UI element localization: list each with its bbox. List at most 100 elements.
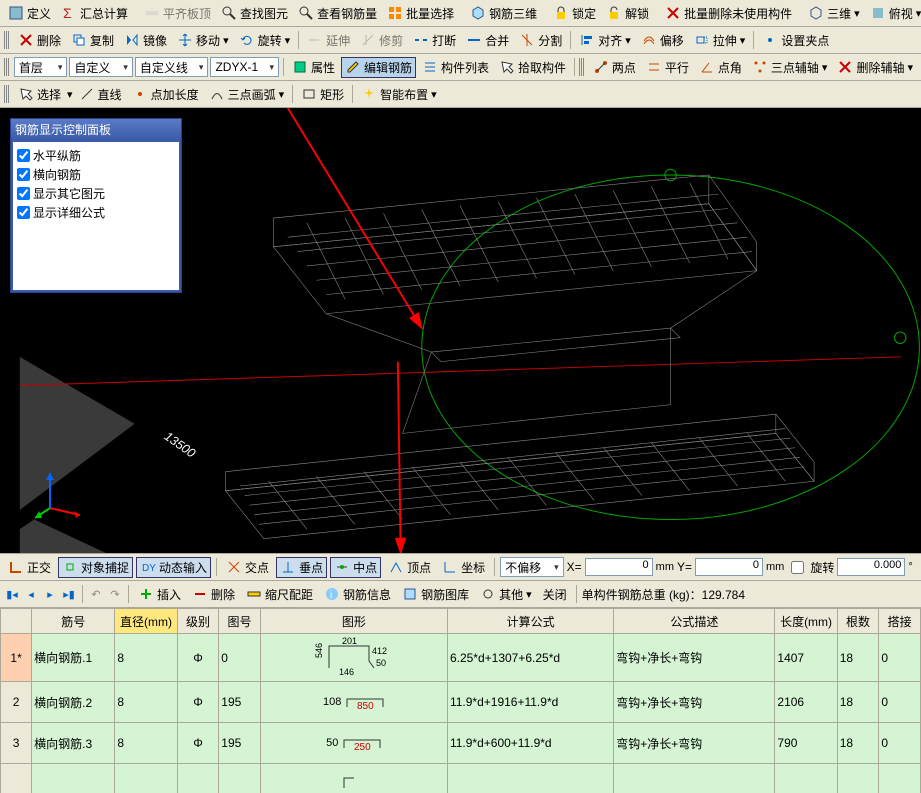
svg-text:850: 850 <box>357 701 374 711</box>
rotate-btn[interactable]: 旋转▾ <box>235 30 295 51</box>
mid-btn[interactable]: 中点 <box>330 557 381 578</box>
persp-btn[interactable]: 俯视▾ <box>866 3 921 24</box>
perp-btn[interactable]: 垂点 <box>276 557 327 578</box>
x-label: X= <box>567 560 582 574</box>
mirror-btn[interactable]: 镜像 <box>120 30 171 51</box>
merge-btn[interactable]: 合并 <box>462 30 513 51</box>
custom-dd[interactable]: ▾ <box>69 57 133 77</box>
undo-icon[interactable]: ↶ <box>88 586 104 602</box>
first-icon[interactable]: ▮◂ <box>4 586 20 602</box>
define-btn[interactable]: 定义 <box>4 3 55 24</box>
customline-dd[interactable]: ▾ <box>135 57 209 77</box>
dyn-btn[interactable]: DYN动态输入 <box>136 557 211 578</box>
del-btn[interactable]: 删除 <box>188 584 239 605</box>
rebarinfo-btn[interactable]: i钢筋信息 <box>320 584 395 605</box>
chk-item[interactable]: 横向钢筋 <box>17 165 175 184</box>
extend-icon <box>307 32 323 48</box>
x-icon <box>226 559 242 575</box>
parallel-btn[interactable]: 平行 <box>642 57 693 78</box>
twopoint-btn[interactable]: 两点 <box>589 57 640 78</box>
find-btn[interactable]: 查找图元 <box>217 3 292 24</box>
smart-btn[interactable]: 智能布置▾ <box>357 84 441 105</box>
viewport-3d[interactable]: 13500 钢筋显示控制面板 水平纵筋 横向钢筋 显示其它图元 显示详细公式 <box>0 108 921 553</box>
next-icon[interactable]: ▸ <box>42 586 58 602</box>
select-btn[interactable]: 选择 <box>14 84 65 105</box>
break-btn[interactable]: 打断 <box>409 30 460 51</box>
move-btn[interactable]: 移动▾ <box>173 30 233 51</box>
align-btn[interactable]: 对齐▾ <box>575 30 635 51</box>
x-icon <box>837 59 853 75</box>
props-btn[interactable]: 属性 <box>288 57 339 78</box>
customline-input[interactable] <box>138 59 197 75</box>
status-bar: 正交 对象捕捉 DYN动态输入 交点 垂点 中点 顶点 坐标 ▾ X= 0 mm… <box>0 553 921 580</box>
code-dd[interactable]: ▾ <box>210 57 279 77</box>
table-row[interactable]: 3 横向钢筋.3 8 Φ 195 50 250 11.9*d+600+11.9*… <box>1 723 921 764</box>
threepoint-btn[interactable]: 三点辅轴▾ <box>748 57 832 78</box>
define-icon <box>8 5 24 21</box>
redo-icon[interactable]: ↷ <box>107 586 123 602</box>
unlock-btn[interactable]: 解锁 <box>602 3 653 24</box>
slab-btn[interactable]: 平齐板顶 <box>140 3 215 24</box>
rebar3d-btn[interactable]: 钢筋三维 <box>466 3 541 24</box>
table-row[interactable] <box>1 764 921 793</box>
del-btn[interactable]: 删除 <box>14 30 65 51</box>
bias-dd[interactable]: ▾ <box>500 557 564 577</box>
rebar-table[interactable]: 筋号 直径(mm) 级别 图号 图形 计算公式 公式描述 长度(mm) 根数 搭… <box>0 607 921 793</box>
code-input[interactable] <box>213 59 267 75</box>
cube-icon <box>470 5 486 21</box>
table-row[interactable]: 2 横向钢筋.2 8 Φ 195 108 850 11.9*d+1916+11.… <box>1 682 921 723</box>
insert-btn[interactable]: 插入 <box>134 584 185 605</box>
line-btn[interactable]: 直线 <box>75 84 126 105</box>
pointangle-btn[interactable]: 点角 <box>695 57 746 78</box>
viewrebar-btn[interactable]: 查看钢筋量 <box>294 3 381 24</box>
vertex-btn[interactable]: 顶点 <box>384 557 435 578</box>
editrebar-btn[interactable]: 编辑钢筋 <box>341 57 416 78</box>
svg-text:412: 412 <box>372 646 387 656</box>
rot-chk[interactable] <box>791 561 804 574</box>
rebarlib-btn[interactable]: 钢筋图库 <box>398 584 473 605</box>
summary-btn[interactable]: Σ汇总计算 <box>57 3 132 24</box>
stretch-btn[interactable]: 拉伸▾ <box>690 30 750 51</box>
rect-btn[interactable]: 矩形 <box>297 84 348 105</box>
panel-title: 钢筋显示控制面板 <box>11 119 181 140</box>
coord-btn[interactable]: 坐标 <box>438 557 489 578</box>
svg-text:Σ: Σ <box>63 5 72 21</box>
trim-btn[interactable]: 修剪 <box>356 30 407 51</box>
offset-btn[interactable]: 偏移 <box>637 30 688 51</box>
batchdel-btn[interactable]: 批量删除未使用构件 <box>661 3 796 24</box>
last-icon[interactable]: ▸▮ <box>61 586 77 602</box>
rot-input[interactable]: 0.000 <box>837 558 905 576</box>
arc-btn[interactable]: 三点画弧▾ <box>205 84 289 105</box>
other-btn[interactable]: 其他▾ <box>476 584 536 605</box>
batchsel-btn[interactable]: 批量选择 <box>383 3 458 24</box>
extend-btn[interactable]: 延伸 <box>303 30 354 51</box>
snap-btn[interactable]: 对象捕捉 <box>58 557 133 578</box>
x-input[interactable]: 0 <box>585 558 653 576</box>
layer-input[interactable] <box>17 59 56 75</box>
table-row[interactable]: 1* 横向钢筋.1 8 Φ 0 54620141250146 6.25*d+13… <box>1 634 921 682</box>
y-input[interactable]: 0 <box>695 558 763 576</box>
setpoint-btn[interactable]: 设置夹点 <box>758 30 833 51</box>
prev-icon[interactable]: ◂ <box>23 586 39 602</box>
split-btn[interactable]: 分割 <box>515 30 566 51</box>
offset-icon <box>641 32 657 48</box>
addpoint-btn[interactable]: 点加长度 <box>128 84 203 105</box>
layer-dd[interactable]: ▾ <box>14 57 68 77</box>
scaledist-btn[interactable]: 缩尺配距 <box>242 584 317 605</box>
custom-input[interactable] <box>72 59 121 75</box>
close-btn[interactable]: 关闭 <box>539 584 571 605</box>
ortho-btn[interactable]: 正交 <box>4 557 55 578</box>
memberlist-btn[interactable]: 构件列表 <box>418 57 493 78</box>
threepoint-icon <box>752 59 768 75</box>
delaux-btn[interactable]: 删除辅轴▾ <box>833 57 917 78</box>
pick-btn[interactable]: 拾取构件 <box>495 57 570 78</box>
chk-item[interactable]: 显示其它图元 <box>17 184 175 203</box>
svg-text:201: 201 <box>342 636 357 646</box>
lock-btn[interactable]: 锁定 <box>549 3 600 24</box>
intersect-btn[interactable]: 交点 <box>222 557 273 578</box>
copy-btn[interactable]: 复制 <box>67 30 118 51</box>
chk-item[interactable]: 显示详细公式 <box>17 203 175 222</box>
chk-item[interactable]: 水平纵筋 <box>17 146 175 165</box>
point-icon <box>132 86 148 102</box>
3d-btn[interactable]: 三维▾ <box>804 3 864 24</box>
